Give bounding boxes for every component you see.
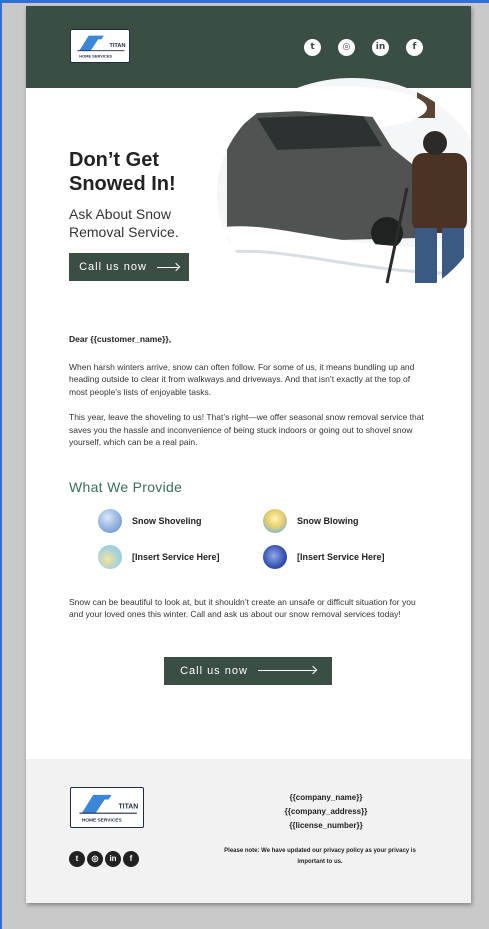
- service-item: [Insert Service Here]: [98, 544, 263, 569]
- paragraph-intro: When harsh winters arrive, snow can ofte…: [69, 361, 415, 397]
- snow-blowing-icon: [263, 508, 287, 533]
- linkedin-icon[interactable]: in: [105, 851, 121, 867]
- twitter-icon[interactable]: t: [304, 39, 321, 56]
- linkedin-icon[interactable]: in: [372, 39, 389, 56]
- logo-graphic: TITAN HOME SERVICES: [77, 35, 126, 58]
- service-item: Snow Shoveling: [98, 508, 263, 533]
- hero-photo-snowed-car: [217, 78, 471, 308]
- hero-section: Don’t Get Snowed In! Ask About Snow Remo…: [26, 78, 471, 310]
- svg-text:TITAN: TITAN: [118, 804, 138, 811]
- svg-text:HOME SERVICES: HOME SERVICES: [79, 53, 112, 58]
- service-item: Snow Blowing: [263, 508, 413, 533]
- facebook-icon[interactable]: f: [406, 39, 423, 56]
- license-number: {{license_number}}: [289, 821, 363, 830]
- instagram-icon[interactable]: ◎: [338, 39, 355, 56]
- hero-call-button-label: Call us now: [79, 261, 147, 273]
- service-item: [Insert Service Here]: [263, 544, 413, 569]
- company-logo[interactable]: TITAN HOME SERVICES: [70, 29, 130, 63]
- footer-company-info: {{company_name}} {{company_address}} {{l…: [271, 791, 381, 833]
- service-label: Snow Shoveling: [132, 515, 202, 526]
- services-grid: Snow Shoveling Snow Blowing [Insert Serv…: [98, 508, 471, 569]
- svg-text:HOME SERVICES: HOME SERVICES: [82, 817, 123, 823]
- privacy-note: Please note: We have updated our privacy…: [224, 848, 416, 865]
- hero-subhead: Ask About Snow Removal Service.: [69, 206, 179, 240]
- service-placeholder-icon: [263, 544, 287, 569]
- service-label: [Insert Service Here]: [132, 551, 220, 562]
- header-social-links: t ◎ in f: [304, 39, 423, 56]
- arrow-right-icon: [257, 670, 316, 671]
- service-label: Snow Blowing: [297, 515, 359, 526]
- service-label: [Insert Service Here]: [297, 551, 385, 562]
- paragraph-closing: Snow can be beautiful to look at, but it…: [69, 596, 416, 620]
- hero-call-button[interactable]: Call us now: [69, 253, 189, 281]
- company-address: {{company_address}}: [284, 807, 368, 816]
- twitter-icon[interactable]: t: [69, 851, 85, 867]
- service-placeholder-icon: [98, 544, 122, 569]
- email-footer: TITAN HOME SERVICES t ◎ in f {{company_n…: [26, 759, 471, 903]
- section-title-what-we-provide: What We Provide: [69, 478, 183, 495]
- footer-social-links: t ◎ in f: [69, 851, 139, 867]
- arrow-right-icon: [156, 266, 179, 268]
- logo-graphic: TITAN HOME SERVICES: [79, 794, 138, 823]
- main-call-button-label: Call us now: [180, 664, 248, 677]
- instagram-icon[interactable]: ◎: [87, 851, 103, 867]
- main-call-button[interactable]: Call us now: [164, 656, 332, 685]
- email-header: TITAN HOME SERVICES t ◎ in f: [26, 6, 471, 88]
- email-card: TITAN HOME SERVICES t ◎ in f Don’t Get S…: [26, 6, 471, 903]
- greeting: Dear {{customer_name}},: [69, 334, 172, 344]
- svg-text:TITAN: TITAN: [109, 43, 125, 49]
- footer-company-logo[interactable]: TITAN HOME SERVICES: [70, 787, 144, 828]
- hero-headline: Don’t Get Snowed In!: [69, 149, 176, 195]
- company-name: {{company_name}}: [289, 793, 363, 802]
- paragraph-offer: This year, leave the shoveling to us! Th…: [69, 412, 424, 447]
- snow-shoveling-icon: [98, 508, 122, 533]
- facebook-icon[interactable]: f: [123, 851, 139, 867]
